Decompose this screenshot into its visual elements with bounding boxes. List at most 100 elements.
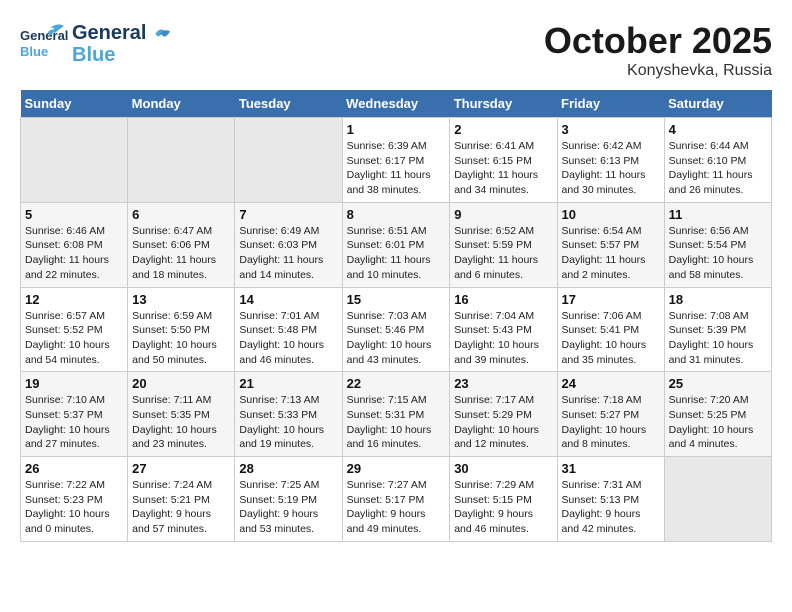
logo-text-block: General Blue [72,22,174,66]
week-row-2: 5 Sunrise: 6:46 AMSunset: 6:08 PMDaylight… [21,202,772,287]
day-number: 1 [347,122,446,137]
day-info: Sunrise: 6:56 AMSunset: 5:54 PMDaylight:… [669,224,767,283]
day-cell: 22 Sunrise: 7:15 AMSunset: 5:31 PMDayligh… [342,372,450,457]
week-row-4: 19 Sunrise: 7:10 AMSunset: 5:37 PMDayligh… [21,372,772,457]
day-cell [21,118,128,203]
day-cell: 14 Sunrise: 7:01 AMSunset: 5:48 PMDayligh… [235,287,342,372]
day-number: 31 [562,461,660,476]
day-info: Sunrise: 7:25 AMSunset: 5:19 PMDaylight:… [239,478,337,537]
day-cell: 31 Sunrise: 7:31 AMSunset: 5:13 PMDayligh… [557,457,664,542]
day-number: 2 [454,122,552,137]
day-cell: 9Sunrise: 6:52 AMSunset: 5:59 PMDaylight… [450,202,557,287]
day-cell: 11Sunrise: 6:56 AMSunset: 5:54 PMDayligh… [664,202,771,287]
weekday-header-sunday: Sunday [21,90,128,118]
day-number: 7 [239,207,337,222]
day-cell: 18 Sunrise: 7:08 AMSunset: 5:39 PMDayligh… [664,287,771,372]
logo-icon: General Blue [20,20,68,68]
day-cell: 19 Sunrise: 7:10 AMSunset: 5:37 PMDayligh… [21,372,128,457]
day-info: Sunrise: 6:49 AMSunset: 6:03 PMDaylight:… [239,224,337,283]
calendar-header-row: SundayMondayTuesdayWednesdayThursdayFrid… [21,90,772,118]
day-cell: 5 Sunrise: 6:46 AMSunset: 6:08 PMDaylight… [21,202,128,287]
day-number: 21 [239,376,337,391]
day-number: 18 [669,292,767,307]
day-number: 13 [132,292,230,307]
day-cell: 30 Sunrise: 7:29 AMSunset: 5:15 PMDayligh… [450,457,557,542]
day-number: 20 [132,376,230,391]
day-cell: 29 Sunrise: 7:27 AMSunset: 5:17 PMDayligh… [342,457,450,542]
day-number: 14 [239,292,337,307]
day-number: 29 [347,461,446,476]
day-info: Sunrise: 7:13 AMSunset: 5:33 PMDaylight:… [239,393,337,452]
day-number: 23 [454,376,552,391]
day-cell: 24 Sunrise: 7:18 AMSunset: 5:27 PMDayligh… [557,372,664,457]
day-cell: 27 Sunrise: 7:24 AMSunset: 5:21 PMDayligh… [128,457,235,542]
day-info: Sunrise: 7:08 AMSunset: 5:39 PMDaylight:… [669,309,767,368]
logo-general: General [72,22,174,44]
day-cell: 3Sunrise: 6:42 AMSunset: 6:13 PMDaylight… [557,118,664,203]
day-info: Sunrise: 6:51 AMSunset: 6:01 PMDaylight:… [347,224,446,283]
day-cell: 7 Sunrise: 6:49 AMSunset: 6:03 PMDaylight… [235,202,342,287]
weekday-header-thursday: Thursday [450,90,557,118]
day-number: 10 [562,207,660,222]
weekday-header-friday: Friday [557,90,664,118]
day-number: 27 [132,461,230,476]
day-number: 30 [454,461,552,476]
day-cell: 12Sunrise: 6:57 AMSunset: 5:52 PMDayligh… [21,287,128,372]
day-cell: 8 Sunrise: 6:51 AMSunset: 6:01 PMDaylight… [342,202,450,287]
svg-text:Blue: Blue [20,44,48,59]
day-cell: 16Sunrise: 7:04 AMSunset: 5:43 PMDayligh… [450,287,557,372]
day-info: Sunrise: 7:24 AMSunset: 5:21 PMDaylight:… [132,478,230,537]
day-cell: 6Sunrise: 6:47 AMSunset: 6:06 PMDaylight… [128,202,235,287]
day-info: Sunrise: 6:59 AMSunset: 5:50 PMDaylight:… [132,309,230,368]
day-info: Sunrise: 7:18 AMSunset: 5:27 PMDaylight:… [562,393,660,452]
day-info: Sunrise: 7:01 AMSunset: 5:48 PMDaylight:… [239,309,337,368]
day-info: Sunrise: 7:06 AMSunset: 5:41 PMDaylight:… [562,309,660,368]
day-info: Sunrise: 7:15 AMSunset: 5:31 PMDaylight:… [347,393,446,452]
month-title: October 2025 [544,20,772,62]
day-number: 19 [25,376,123,391]
day-cell: 25 Sunrise: 7:20 AMSunset: 5:25 PMDayligh… [664,372,771,457]
day-number: 16 [454,292,552,307]
day-info: Sunrise: 7:10 AMSunset: 5:37 PMDaylight:… [25,393,123,452]
day-number: 8 [347,207,446,222]
day-number: 5 [25,207,123,222]
svg-text:General: General [20,28,68,43]
day-info: Sunrise: 6:54 AMSunset: 5:57 PMDaylight:… [562,224,660,283]
day-cell: 20 Sunrise: 7:11 AMSunset: 5:35 PMDayligh… [128,372,235,457]
day-info: Sunrise: 6:46 AMSunset: 6:08 PMDaylight:… [25,224,123,283]
logo: General Blue General Blue [20,20,174,68]
day-cell: 1 Sunrise: 6:39 AMSunset: 6:17 PMDaylight… [342,118,450,203]
logo-blue: Blue [72,44,174,66]
day-number: 4 [669,122,767,137]
day-info: Sunrise: 6:41 AMSunset: 6:15 PMDaylight:… [454,139,552,198]
day-cell [664,457,771,542]
day-number: 6 [132,207,230,222]
day-cell: 21 Sunrise: 7:13 AMSunset: 5:33 PMDayligh… [235,372,342,457]
day-number: 22 [347,376,446,391]
day-cell: 17 Sunrise: 7:06 AMSunset: 5:41 PMDayligh… [557,287,664,372]
day-number: 26 [25,461,123,476]
day-number: 12 [25,292,123,307]
day-info: Sunrise: 7:22 AMSunset: 5:23 PMDaylight:… [25,478,123,537]
day-info: Sunrise: 7:20 AMSunset: 5:25 PMDaylight:… [669,393,767,452]
day-info: Sunrise: 7:31 AMSunset: 5:13 PMDaylight:… [562,478,660,537]
day-info: Sunrise: 6:39 AMSunset: 6:17 PMDaylight:… [347,139,446,198]
day-info: Sunrise: 7:03 AMSunset: 5:46 PMDaylight:… [347,309,446,368]
day-info: Sunrise: 7:11 AMSunset: 5:35 PMDaylight:… [132,393,230,452]
day-number: 24 [562,376,660,391]
day-info: Sunrise: 6:52 AMSunset: 5:59 PMDaylight:… [454,224,552,283]
day-number: 17 [562,292,660,307]
day-cell [128,118,235,203]
day-number: 25 [669,376,767,391]
weekday-header-tuesday: Tuesday [235,90,342,118]
day-cell: 15Sunrise: 7:03 AMSunset: 5:46 PMDayligh… [342,287,450,372]
day-cell: 4Sunrise: 6:44 AMSunset: 6:10 PMDaylight… [664,118,771,203]
day-info: Sunrise: 7:29 AMSunset: 5:15 PMDaylight:… [454,478,552,537]
day-info: Sunrise: 7:27 AMSunset: 5:17 PMDaylight:… [347,478,446,537]
day-number: 28 [239,461,337,476]
day-cell: 13 Sunrise: 6:59 AMSunset: 5:50 PMDayligh… [128,287,235,372]
weekday-header-monday: Monday [128,90,235,118]
day-cell: 23Sunrise: 7:17 AMSunset: 5:29 PMDayligh… [450,372,557,457]
day-info: Sunrise: 6:42 AMSunset: 6:13 PMDaylight:… [562,139,660,198]
weekday-header-saturday: Saturday [664,90,771,118]
